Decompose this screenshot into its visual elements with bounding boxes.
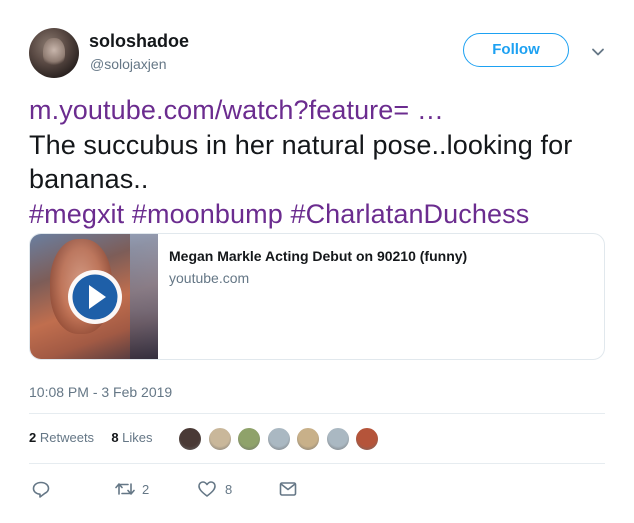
likes-count[interactable]: 8: [111, 430, 118, 445]
link-card[interactable]: Megan Markle Acting Debut on 90210 (funn…: [29, 233, 605, 360]
likes-label[interactable]: Likes: [122, 430, 152, 445]
author-display-name[interactable]: soloshadoe: [89, 31, 189, 52]
tweet-body: The succubus in her natural pose..lookin…: [29, 129, 573, 195]
liker-avatar[interactable]: [296, 427, 320, 451]
retweets-count[interactable]: 2: [29, 430, 36, 445]
retweet-icon[interactable]: [114, 479, 136, 499]
like-count: 8: [225, 482, 233, 497]
message-icon[interactable]: [278, 479, 298, 499]
tweet-text: m.youtube.com/watch?feature= … The succu…: [29, 93, 619, 231]
hashtag-charlatanduchess[interactable]: #CharlatanDuchess: [290, 199, 529, 229]
liker-avatar[interactable]: [178, 427, 202, 451]
hashtag-moonbump[interactable]: #moonbump: [132, 199, 283, 229]
liker-avatar[interactable]: [325, 427, 350, 451]
retweet-count: 2: [142, 482, 150, 497]
tweet-timestamp[interactable]: 10:08 PM - 3 Feb 2019: [29, 384, 172, 400]
chevron-down-icon[interactable]: [590, 44, 606, 60]
card-title[interactable]: Megan Markle Acting Debut on 90210 (funn…: [169, 248, 467, 264]
retweets-label[interactable]: Retweets: [40, 430, 94, 445]
video-thumbnail[interactable]: [30, 234, 158, 359]
tweet-link[interactable]: m.youtube.com/watch?feature= …: [29, 95, 444, 125]
liker-avatar[interactable]: [207, 427, 232, 451]
liker-avatar[interactable]: [237, 427, 261, 451]
tweet-hashtags: #megxit #moonbump #CharlatanDuchess: [29, 197, 619, 232]
engagement-stats: 2 Retweets 8 Likes: [29, 430, 153, 445]
hashtag-megxit[interactable]: #megxit: [29, 199, 124, 229]
author-avatar[interactable]: [29, 28, 79, 78]
divider: [29, 463, 605, 464]
divider: [29, 413, 605, 414]
liker-avatar[interactable]: [266, 427, 291, 451]
reply-icon[interactable]: [31, 479, 51, 499]
follow-button[interactable]: Follow: [463, 33, 569, 67]
play-icon[interactable]: [66, 268, 124, 326]
liker-avatar[interactable]: [355, 427, 379, 451]
heart-icon[interactable]: [197, 479, 217, 499]
card-domain: youtube.com: [169, 270, 250, 286]
author-handle[interactable]: @solojaxjen: [90, 56, 166, 72]
